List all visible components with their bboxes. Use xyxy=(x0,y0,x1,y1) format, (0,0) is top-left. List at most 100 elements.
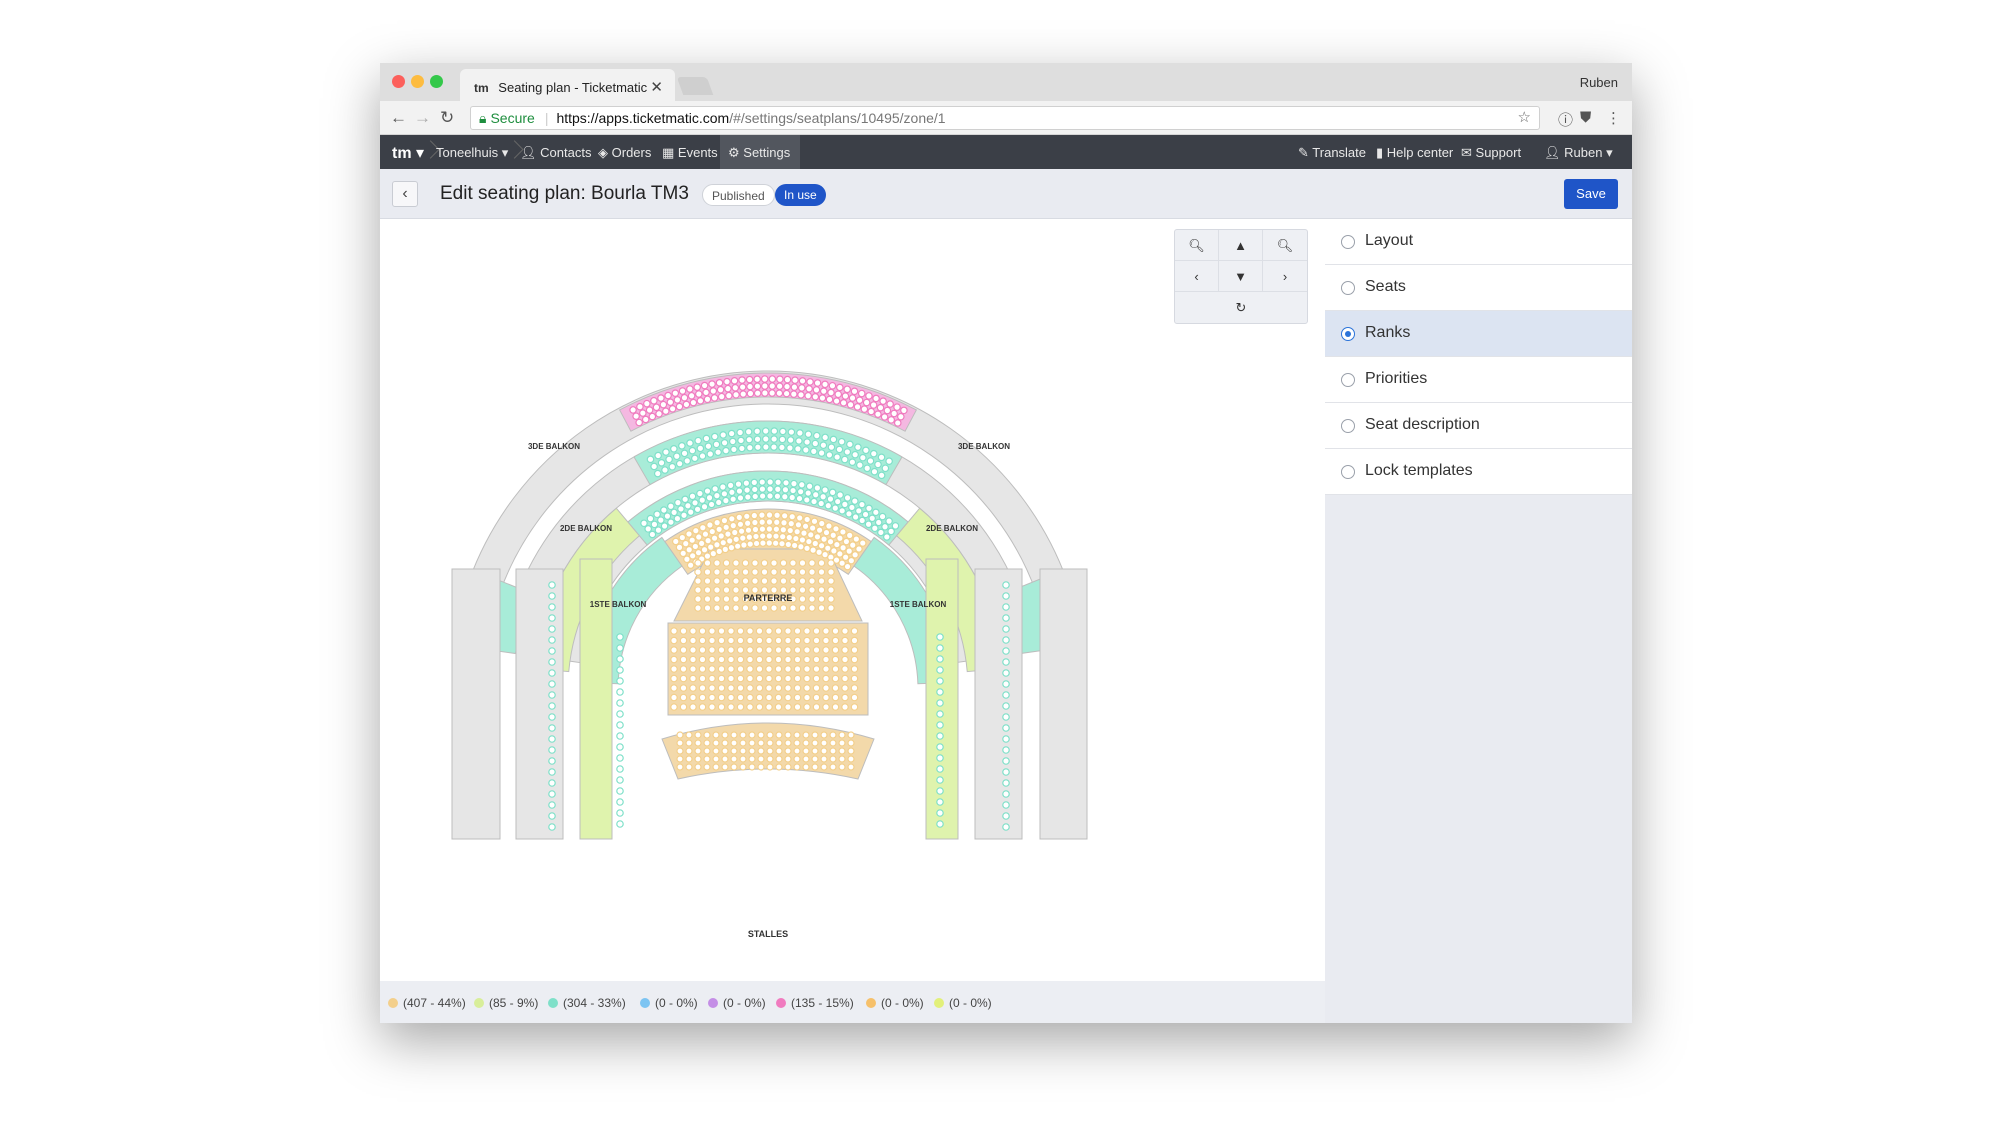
seat xyxy=(644,525,652,533)
seat xyxy=(758,518,766,526)
seat xyxy=(827,388,835,397)
radio-icon[interactable] xyxy=(1341,465,1355,479)
seat xyxy=(682,400,691,409)
nav-translate[interactable]: ✎ Translate xyxy=(1298,145,1366,161)
seat xyxy=(702,434,711,443)
seat xyxy=(793,684,802,692)
seat xyxy=(793,731,801,739)
save-button[interactable]: Save xyxy=(1564,179,1618,209)
nav-orders[interactable]: ◈ Orders xyxy=(598,145,651,161)
seat xyxy=(817,499,825,508)
info-extension-icon[interactable]: ⓘ xyxy=(1558,109,1573,130)
org-switcher[interactable]: Toneelhuis ▾ xyxy=(436,145,508,161)
nav-events[interactable]: ▦ Events xyxy=(662,145,718,161)
seat xyxy=(646,455,655,464)
seatplan-canvas[interactable]: PARTERRE STALLES 1STE BALKON 1STE BALKON… xyxy=(380,219,1325,1023)
seat xyxy=(748,763,756,771)
seat xyxy=(727,636,735,645)
seat xyxy=(772,525,781,534)
pan-left-icon[interactable]: ‹ xyxy=(1175,261,1219,292)
seat xyxy=(722,496,730,505)
close-window-button[interactable] xyxy=(392,75,405,88)
nav-contacts[interactable]: 👤︎ Contacts xyxy=(520,145,591,161)
radio-icon[interactable] xyxy=(1341,235,1355,249)
seatplan-drawing[interactable]: PARTERRE STALLES 1STE BALKON 1STE BALKON… xyxy=(380,219,1325,979)
seat xyxy=(846,440,854,449)
app-logo[interactable]: tm ▾ xyxy=(392,143,424,163)
browser-tab[interactable]: tm Seating plan - Ticketmatic ✕ xyxy=(460,69,675,101)
seat xyxy=(817,568,826,576)
seat xyxy=(770,604,778,612)
seat xyxy=(784,755,792,763)
seat xyxy=(832,397,841,405)
seat xyxy=(742,512,751,521)
option-layout[interactable]: Layout xyxy=(1325,219,1632,265)
seat xyxy=(819,492,827,501)
shield-extension-icon[interactable]: ⛊ xyxy=(1580,109,1591,126)
seat xyxy=(812,703,821,711)
browser-profile[interactable]: Ruben xyxy=(1580,75,1618,90)
seat xyxy=(679,655,688,664)
zoom-in-icon[interactable]: 🔍︎ xyxy=(1263,230,1307,261)
radio-icon[interactable] xyxy=(1341,373,1355,387)
minimize-window-button[interactable] xyxy=(411,75,424,88)
seat xyxy=(703,586,712,594)
seat xyxy=(866,457,875,465)
seat xyxy=(779,427,787,436)
forward-arrow-icon[interactable]: → xyxy=(414,108,431,128)
back-arrow-icon[interactable]: ← xyxy=(390,108,407,128)
seat xyxy=(808,524,817,532)
maximize-window-button[interactable] xyxy=(430,75,443,88)
zoom-out-icon[interactable]: 🔍︎ xyxy=(1175,230,1219,261)
seat xyxy=(548,779,556,787)
envelope-icon: ✉ xyxy=(1461,145,1472,160)
seat xyxy=(708,684,716,692)
tab-close-icon[interactable]: ✕ xyxy=(650,78,663,96)
option-ranks[interactable]: Ranks xyxy=(1325,311,1632,357)
reset-view-icon[interactable]: ↻ xyxy=(1175,292,1307,323)
radio-icon[interactable] xyxy=(1341,327,1355,341)
seat xyxy=(766,747,774,755)
url-input[interactable]: 🔒︎ Secure | https://apps.ticketmatic.com/#/… xyxy=(470,106,1540,130)
seat xyxy=(717,684,726,692)
option-lock-templates[interactable]: Lock templates xyxy=(1325,449,1632,495)
option-priorities[interactable]: Priorities xyxy=(1325,357,1632,403)
option-seats[interactable]: Seats xyxy=(1325,265,1632,311)
nav-support[interactable]: ✉ Support xyxy=(1461,145,1521,161)
seat xyxy=(548,735,556,743)
nav-settings[interactable]: ⚙ Settings xyxy=(720,135,801,169)
seat xyxy=(722,523,730,532)
reload-icon[interactable]: ↻ xyxy=(440,108,454,128)
bookmark-star-icon[interactable]: ☆ xyxy=(1518,107,1531,129)
option-seat-description[interactable]: Seat description xyxy=(1325,403,1632,449)
seat xyxy=(685,739,693,747)
seat xyxy=(727,665,735,673)
seat xyxy=(765,674,773,683)
seat xyxy=(812,386,821,394)
radio-icon[interactable] xyxy=(1341,419,1355,433)
seat xyxy=(679,684,688,692)
menu-kebab-icon[interactable]: ⋮ xyxy=(1606,109,1621,127)
seat xyxy=(700,502,709,511)
nav-help-center[interactable]: ▮ Help center xyxy=(1376,145,1453,161)
nav-user-menu[interactable]: 👤︎ Ruben ▾ xyxy=(1544,145,1613,161)
seat xyxy=(698,636,707,645)
back-button[interactable]: ‹ xyxy=(392,181,418,207)
seat xyxy=(685,755,693,763)
pan-down-icon[interactable]: ▼ xyxy=(1219,261,1263,292)
seat xyxy=(760,559,769,567)
new-tab-button[interactable] xyxy=(676,77,714,95)
radio-icon[interactable] xyxy=(1341,281,1355,295)
seat xyxy=(730,731,738,739)
seat xyxy=(727,693,735,702)
seat xyxy=(699,523,707,532)
seat xyxy=(858,539,867,547)
pan-up-icon[interactable]: ▲ xyxy=(1219,230,1263,261)
seat xyxy=(781,492,789,501)
seat xyxy=(765,655,773,664)
seat xyxy=(616,655,624,663)
zoom-controls: 🔍︎ ▲ 🔍︎ ‹ ▼ › ↻ xyxy=(1174,229,1308,324)
seat xyxy=(755,665,764,673)
seat xyxy=(862,398,871,407)
pan-right-icon[interactable]: › xyxy=(1263,261,1307,292)
